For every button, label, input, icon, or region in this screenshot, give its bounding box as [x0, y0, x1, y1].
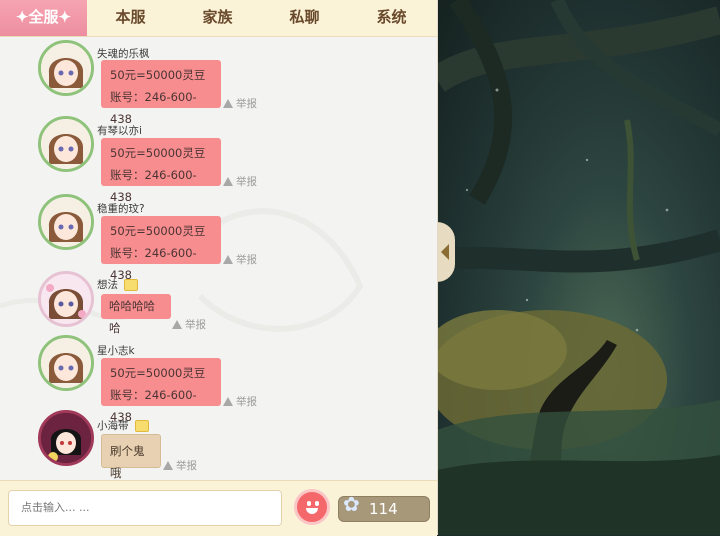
smiley-icon — [315, 501, 319, 506]
warning-icon — [163, 461, 173, 470]
report-button[interactable]: 举报 — [223, 394, 257, 409]
report-label: 举报 — [185, 319, 206, 331]
tab-private[interactable]: 私聊 — [261, 0, 348, 36]
report-label: 举报 — [236, 254, 257, 266]
report-button[interactable]: 举报 — [223, 96, 257, 111]
message-bubble: 50元=50000灵豆 账号：246-600-438 — [101, 60, 221, 126]
report-label: 举报 — [176, 460, 197, 472]
warning-icon — [223, 177, 233, 186]
smiley-icon — [306, 508, 318, 514]
tab-family[interactable]: 家族 — [174, 0, 261, 36]
message-line: 50元=50000灵豆 — [110, 146, 206, 160]
avatar[interactable] — [38, 271, 94, 327]
message-bubble: 50元=50000灵豆 账号：246-600-438 — [101, 358, 221, 424]
vip-badge-icon — [124, 279, 138, 291]
avatar[interactable] — [38, 116, 94, 172]
chat-input-bar: 点击输入... ... ✿ 114 — [0, 480, 437, 536]
report-button[interactable]: 举报 — [172, 317, 206, 332]
warning-icon — [223, 255, 233, 264]
tab-this-server[interactable]: 本服 — [87, 0, 174, 36]
message-line: 50元=50000灵豆 — [110, 224, 206, 238]
warning-icon — [223, 99, 233, 108]
message-bubble: 刷个鬼哦 — [101, 434, 161, 480]
currency-count: 114 — [369, 500, 398, 518]
message-line: 账号：246-600-438 — [110, 168, 197, 204]
warning-icon — [223, 397, 233, 406]
chevron-left-icon — [441, 244, 449, 260]
flower-currency[interactable]: ✿ 114 — [338, 492, 430, 522]
message-bubble: 50元=50000灵豆 账号：246-600-438 — [101, 216, 221, 282]
message-line: 50元=50000灵豆 — [110, 366, 206, 380]
avatar[interactable] — [38, 40, 94, 96]
tab-all-server[interactable]: ✦全服✦ — [0, 0, 87, 36]
sender-name[interactable]: 星小志k — [97, 343, 135, 358]
report-label: 举报 — [236, 98, 257, 110]
report-button[interactable]: 举报 — [163, 458, 197, 473]
message-line: 账号：246-600-438 — [110, 246, 197, 282]
chat-panel: ✦全服✦ 本服 家族 私聊 系统 失魂的乐枫 50元=50000灵豆 账号：24… — [0, 0, 438, 536]
game-scene — [437, 0, 720, 535]
sender-name-text: 想法 — [97, 279, 118, 291]
report-button[interactable]: 举报 — [223, 252, 257, 267]
tab-system[interactable]: 系统 — [348, 0, 435, 36]
report-button[interactable]: 举报 — [223, 174, 257, 189]
message-line: 账号：246-600-438 — [110, 388, 197, 424]
message-line: 账号：246-600-438 — [110, 90, 197, 126]
message-line: 50元=50000灵豆 — [110, 68, 206, 82]
chat-input[interactable]: 点击输入... ... — [8, 490, 282, 526]
collapse-panel-button[interactable] — [437, 222, 455, 282]
forest-illustration — [437, 0, 720, 535]
report-label: 举报 — [236, 396, 257, 408]
flower-icon: ✿ — [343, 492, 360, 516]
sender-name[interactable]: 有琴以亦i — [97, 123, 142, 138]
smiley-icon — [307, 501, 311, 506]
avatar[interactable] — [38, 335, 94, 391]
emoji-button[interactable] — [294, 489, 330, 525]
sender-name[interactable]: 稳重的玟? — [97, 201, 145, 216]
vip-badge-icon — [134, 420, 149, 432]
avatar[interactable] — [38, 194, 94, 250]
message-line: 刷个鬼哦 — [110, 444, 145, 480]
message-bubble: 50元=50000灵豆 账号：246-600-438 — [101, 138, 221, 204]
channel-tabs: ✦全服✦ 本服 家族 私聊 系统 — [0, 0, 437, 37]
sender-name[interactable]: 小海带 — [97, 418, 149, 433]
sender-name[interactable]: 想法 — [97, 277, 138, 292]
sender-name[interactable]: 失魂的乐枫 — [97, 46, 150, 61]
report-label: 举报 — [236, 176, 257, 188]
message-bubble: 哈哈哈哈哈 — [101, 294, 171, 335]
message-line: 哈哈哈哈哈 — [109, 299, 155, 335]
sender-name-text: 小海带 — [97, 420, 129, 432]
avatar[interactable] — [38, 410, 94, 466]
warning-icon — [172, 320, 182, 329]
